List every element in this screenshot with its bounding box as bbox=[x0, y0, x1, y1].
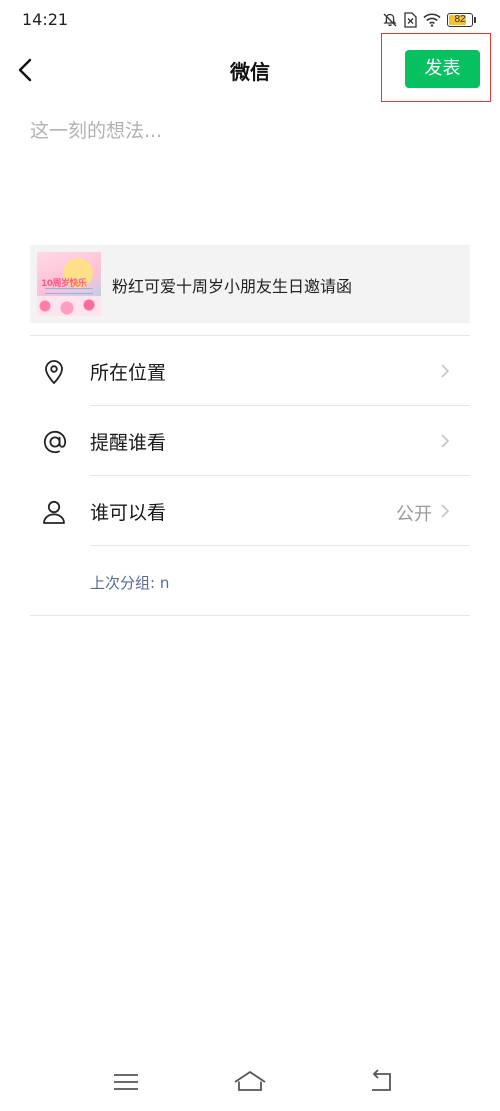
option-visibility[interactable]: 谁可以看 公开 bbox=[30, 476, 470, 546]
system-nav-bar bbox=[0, 1060, 500, 1106]
sim-x-icon bbox=[404, 12, 417, 28]
person-icon bbox=[42, 499, 66, 525]
link-thumbnail: 10周岁快乐 bbox=[37, 252, 101, 316]
header: 微信 发表 bbox=[0, 33, 500, 102]
divider bbox=[30, 615, 470, 616]
divider bbox=[90, 545, 470, 546]
shared-link-title: 粉红可爱十周岁小朋友生日邀请函 bbox=[112, 277, 353, 296]
status-time: 14:21 bbox=[22, 10, 69, 29]
bell-off-icon bbox=[382, 12, 398, 28]
thumbnail-decoration bbox=[37, 296, 101, 316]
post-text-input[interactable] bbox=[30, 116, 470, 226]
publish-button[interactable]: 发表 bbox=[405, 50, 480, 88]
at-sign-icon bbox=[42, 429, 67, 455]
status-icons: 82 bbox=[382, 10, 476, 30]
shared-link-card[interactable]: 10周岁快乐 粉红可爱十周岁小朋友生日邀请函 bbox=[30, 245, 470, 323]
back-nav-button[interactable] bbox=[366, 1068, 398, 1096]
battery-level: 82 bbox=[454, 14, 466, 25]
option-value: 公开 bbox=[396, 504, 432, 525]
option-label: 谁可以看 bbox=[90, 502, 167, 524]
option-label: 提醒谁看 bbox=[90, 432, 167, 454]
battery-icon: 82 bbox=[447, 13, 473, 27]
chevron-right-icon bbox=[440, 363, 450, 379]
menu-icon bbox=[110, 1074, 142, 1100]
wifi-icon bbox=[423, 13, 441, 27]
back-icon bbox=[366, 1069, 398, 1100]
menu-button[interactable] bbox=[110, 1068, 142, 1096]
option-remind[interactable]: 提醒谁看 bbox=[30, 406, 470, 476]
home-button[interactable] bbox=[232, 1068, 268, 1096]
chevron-right-icon bbox=[440, 433, 450, 449]
home-icon bbox=[232, 1071, 268, 1100]
battery-tip bbox=[474, 17, 476, 23]
option-label: 所在位置 bbox=[90, 362, 167, 384]
option-location[interactable]: 所在位置 bbox=[30, 336, 470, 406]
thumbnail-decoration bbox=[45, 288, 93, 294]
location-pin-icon bbox=[42, 359, 66, 385]
last-group-link[interactable]: 上次分组: n bbox=[90, 572, 169, 593]
chevron-right-icon bbox=[440, 503, 450, 519]
